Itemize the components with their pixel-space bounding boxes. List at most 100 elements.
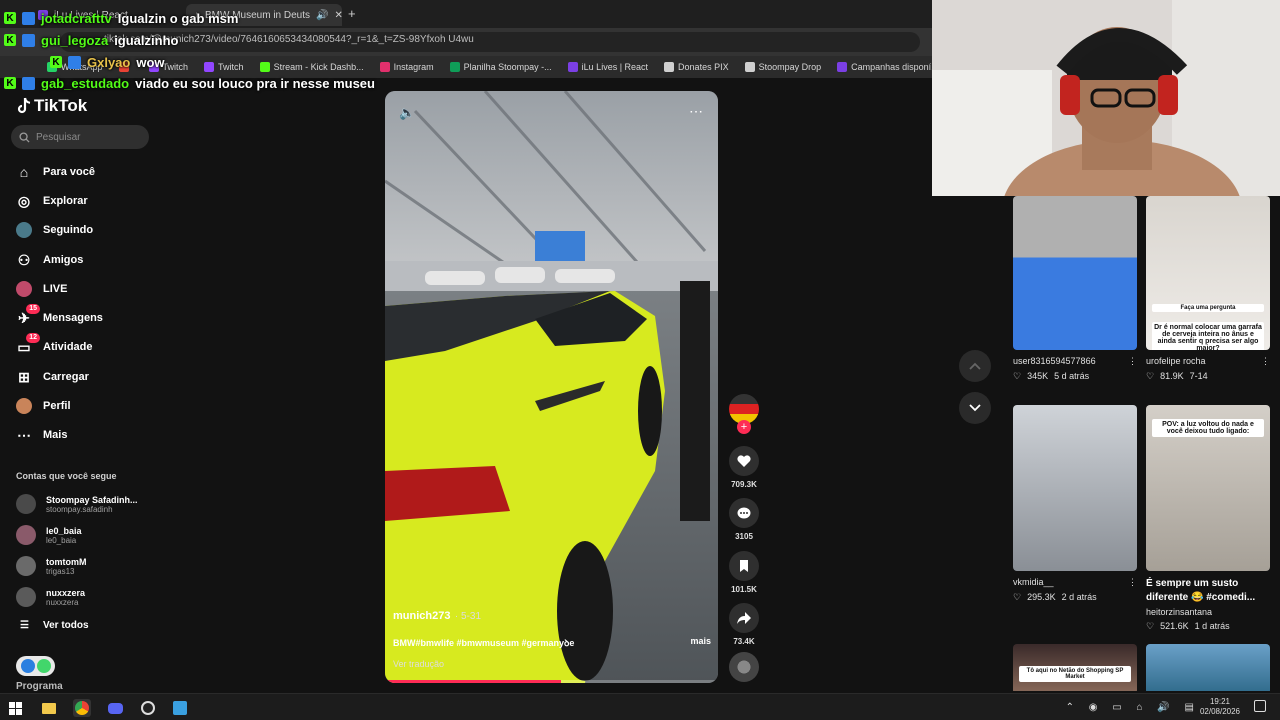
nav-item-messages[interactable]: ✈ 15 Mensagens	[16, 304, 103, 328]
card-time: 1 d atrás	[1194, 621, 1230, 631]
chrome-icon[interactable]	[73, 699, 91, 717]
nav-item-more[interactable]: ⋯ Mais	[16, 425, 67, 445]
music-disc-icon[interactable]	[729, 652, 759, 682]
thumbnail-caption-secondary: Faça uma pergunta	[1152, 304, 1264, 312]
webcam-image	[932, 0, 1280, 196]
chat-username: Gxlyao	[87, 54, 131, 70]
close-tab-icon[interactable]: ✕	[334, 10, 342, 21]
file-explorer-icon[interactable]	[40, 699, 58, 717]
card-username[interactable]: user8316594577866	[1013, 356, 1096, 367]
account-handle: le0_baia	[46, 535, 77, 545]
windows-start-icon[interactable]	[6, 699, 24, 717]
heart-icon	[737, 455, 751, 467]
bookmark-item[interactable]: Donates PIX	[657, 62, 736, 72]
followed-account[interactable]: nuxxzera nuxxzera	[16, 584, 85, 610]
account-text: Stoompay Safadinh... stoompay.safadinh	[46, 495, 138, 514]
see-all-button[interactable]: ☰ Ver todos	[20, 620, 89, 631]
action-count: 3105	[735, 532, 753, 541]
bookmark-item[interactable]: Campanhas disponí...	[830, 62, 932, 72]
clock-time: 19:21	[1209, 697, 1230, 706]
card-more-icon[interactable]: ⋮	[1128, 356, 1137, 367]
heart-button[interactable]	[729, 446, 759, 476]
followed-account[interactable]: tomtomM trigas13	[16, 553, 87, 579]
video-thumbnail[interactable]: Tô aqui no Netão do Shopping SP Market	[1013, 644, 1137, 691]
video-thumbnail[interactable]	[1013, 405, 1137, 571]
nav-item-activity[interactable]: ▭ 12 Atividade	[16, 333, 93, 357]
speaker-icon[interactable]: 🔊	[316, 10, 328, 21]
clock[interactable]: 19:21 02/08/2026	[1200, 697, 1240, 717]
account-handle: nuxxzera	[46, 597, 79, 607]
nav-label: Carregar	[43, 371, 89, 383]
video-author[interactable]: munich273	[393, 610, 450, 622]
program-pill[interactable]	[16, 656, 55, 676]
notification-badge: 12	[26, 333, 40, 343]
followed-account[interactable]: le0_baia le0_baia	[16, 522, 82, 548]
discord-icon[interactable]	[106, 699, 124, 717]
translate-link[interactable]: Ver tradução	[393, 659, 711, 669]
bookmark-item[interactable]: iLu Lives | React	[561, 62, 655, 72]
nav-item-live[interactable]: LIVE	[16, 279, 67, 299]
comment-button[interactable]	[729, 498, 759, 528]
tiktok-logo[interactable]: TikTok	[16, 96, 87, 116]
nav-item-profile[interactable]: Perfil	[16, 396, 71, 416]
nav-label: Mais	[43, 429, 68, 441]
nav-item-upload[interactable]: ⊞ Carregar	[16, 367, 89, 387]
video-frame	[385, 91, 718, 683]
bookmark-item[interactable]: Planilha Stoompay -...	[443, 62, 559, 72]
search-placeholder: Pesquisar	[36, 131, 81, 143]
bookmark-item[interactable]: Instagram	[373, 62, 441, 72]
share-button[interactable]	[729, 603, 759, 633]
search-input[interactable]: Pesquisar	[11, 125, 149, 149]
nav-item-home[interactable]: ⌂ Para você	[16, 162, 95, 182]
feed-card[interactable]: user8316594577866 ⋮ ♡ 345K 5 d atrás	[1013, 196, 1137, 382]
chat-text: Igualzin o gab msm	[117, 10, 239, 26]
video-thumbnail[interactable]	[1013, 196, 1137, 350]
video-thumbnail[interactable]: POV: a luz voltou do nada e você deixou …	[1146, 405, 1270, 571]
feed-card[interactable]: Faça uma pergunta Dr é normal colocar uma…	[1146, 196, 1270, 382]
video-progress-fill	[385, 680, 562, 683]
nav-item-following[interactable]: Seguindo	[16, 220, 93, 240]
video-progress-bar[interactable]	[385, 680, 718, 683]
nav-label: Explorar	[43, 195, 88, 207]
new-tab-button[interactable]: +	[348, 6, 356, 21]
card-username[interactable]: urofelipe rocha	[1146, 356, 1206, 367]
bookmark-item[interactable]: Stoompay Drop	[738, 62, 829, 72]
card-username[interactable]: heitorzinsantana	[1146, 607, 1270, 617]
chat-username: gui_legoza	[41, 32, 109, 48]
card-user-row: urofelipe rocha ⋮	[1146, 356, 1270, 367]
obs-icon[interactable]	[139, 699, 157, 717]
followed-account[interactable]: Stoompay Safadinh... stoompay.safadinh	[16, 491, 138, 517]
app-icon[interactable]	[171, 699, 189, 717]
bookmark-item[interactable]: Twitch	[197, 62, 251, 72]
card-username[interactable]: vkmidia__	[1013, 577, 1054, 588]
nav-label: Perfil	[43, 400, 71, 412]
card-stats: ♡ 81.9K 7-14	[1146, 371, 1270, 382]
mute-icon[interactable]: 🔈	[399, 105, 415, 121]
system-tray[interactable]: ⌃ ◉ ▭ ⌂ 🔊 ▤	[1066, 702, 1200, 713]
video-hashtags[interactable]: BMW#bmwlife #bmwmuseum #germanyꝺe	[393, 636, 574, 649]
bookmark-button[interactable]	[729, 551, 759, 581]
video-thumbnail[interactable]	[1146, 644, 1270, 691]
compass-icon: ◎	[17, 192, 31, 209]
account-text: tomtomM trigas13	[46, 557, 87, 576]
previous-video-button[interactable]	[959, 350, 991, 382]
follow-plus-icon[interactable]: +	[737, 420, 751, 434]
next-video-button[interactable]	[959, 392, 991, 424]
webcam-feed	[932, 0, 1280, 196]
card-time: 7-14	[1189, 371, 1208, 381]
nav-item-compass[interactable]: ◎ Explorar	[16, 191, 88, 211]
comment-icon	[737, 507, 751, 519]
video-more-icon[interactable]: ⋯	[689, 103, 704, 120]
following-icon	[16, 222, 32, 238]
card-more-icon[interactable]: ⋮	[1261, 356, 1270, 367]
card-more-icon[interactable]: ⋮	[1128, 577, 1137, 588]
nav-item-friends[interactable]: ⚇ Amigos	[16, 250, 84, 270]
card-title-text: É sempre um susto diferente 😂 #comedi...	[1146, 578, 1256, 603]
video-thumbnail[interactable]: Faça uma pergunta Dr é normal colocar uma…	[1146, 196, 1270, 350]
feed-card[interactable]: vkmidia__ ⋮ ♡ 295.3K 2 d atrás	[1013, 405, 1137, 603]
video-more-link[interactable]: mais	[690, 636, 711, 649]
feed-card[interactable]: POV: a luz voltou do nada e você deixou …	[1146, 405, 1270, 632]
video-player[interactable]: 🔈 ⋯ munich273 · 5-31 BMW#bmwlife #bmwmus…	[385, 91, 718, 683]
notifications-icon[interactable]	[1254, 700, 1266, 712]
bookmark-item[interactable]: Stream - Kick Dashb...	[253, 62, 371, 72]
